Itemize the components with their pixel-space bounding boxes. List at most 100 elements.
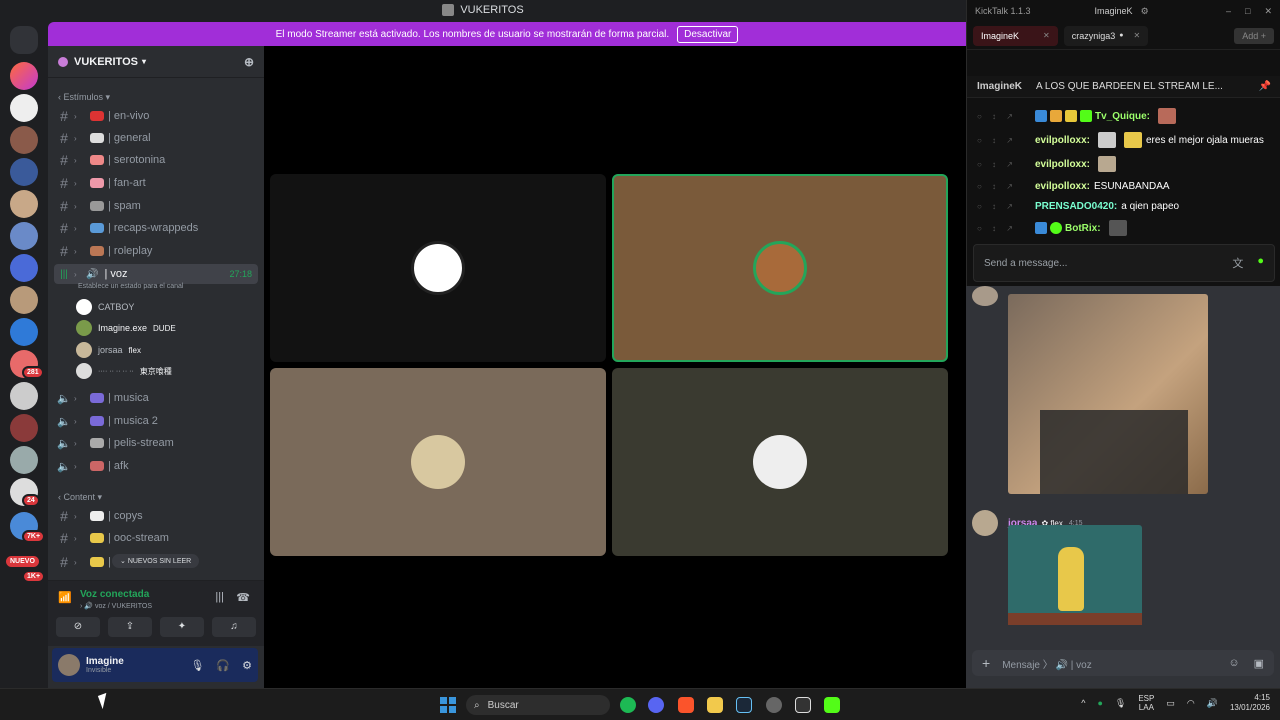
channel-status-hint[interactable]: Establece un estado para el canal [78, 283, 183, 290]
server-icon[interactable] [10, 222, 38, 250]
app-icon[interactable] [795, 697, 811, 713]
maximize-icon[interactable]: □ [1245, 6, 1250, 17]
tray-app-icon[interactable]: ● [1097, 698, 1102, 708]
server-icon[interactable] [10, 414, 38, 442]
emote-picker-icon[interactable]: ● [1257, 255, 1264, 271]
server-icon[interactable] [10, 126, 38, 154]
invite-people-icon[interactable]: ⊕ [244, 55, 254, 69]
voice-user[interactable]: CATBOY [76, 297, 134, 317]
gif-icon[interactable]: ▣ [1254, 657, 1264, 670]
activities-button[interactable]: ✦ [160, 617, 204, 637]
new-servers-pill[interactable]: NUEVO [6, 556, 39, 567]
headphones-icon[interactable]: 🎧 [216, 659, 230, 672]
avatar[interactable] [972, 510, 998, 536]
minimize-icon[interactable]: – [1226, 6, 1231, 17]
discord-home-icon[interactable] [10, 26, 38, 54]
chat-message[interactable]: ○ ↕ ↗ evilpolloxx: ESUNABANDAA [977, 176, 1170, 196]
channel-copys[interactable]: # › | copys [54, 506, 258, 526]
voice-channel-voz[interactable]: ||| › 🔊 | voz 27:18 [54, 264, 258, 284]
emoji-icon[interactable]: ☺ [1228, 657, 1239, 670]
chat-message[interactable]: ○ ↕ ↗ evilpolloxx: eres el mejor ojala mue… [977, 130, 1264, 150]
obs-icon[interactable] [766, 697, 782, 713]
discord-icon[interactable] [648, 697, 664, 713]
message-composer[interactable]: + Mensaje 〉 🔊 | voz ☺ ▣ [972, 650, 1274, 676]
guild-header[interactable]: VUKERITOS ▾ ⊕ [48, 46, 264, 78]
chat-message[interactable]: ○ ↕ ↗ evilpolloxx: [977, 154, 1120, 174]
tab-imaginek[interactable]: ImagineK ✕ [973, 25, 1058, 46]
chat-message[interactable]: ○ ↕ ↗ Tv_Quique: [977, 106, 1180, 126]
server-icon[interactable] [10, 190, 38, 218]
gear-icon[interactable]: ⚙ [1141, 6, 1149, 17]
server-icon[interactable] [10, 318, 38, 346]
voice-user[interactable]: Imagine.exe DUDE [76, 318, 176, 338]
windows-start-icon[interactable] [440, 697, 456, 713]
server-icon[interactable] [10, 158, 38, 186]
channel-fan-art[interactable]: # › | fan-art [54, 173, 258, 193]
wifi-icon[interactable]: ◠ [1187, 698, 1195, 709]
kicktalk-user[interactable]: ImagineK [1095, 6, 1133, 16]
server-icon[interactable] [10, 94, 38, 122]
server-icon[interactable] [10, 382, 38, 410]
channel-en-vivo[interactable]: # › | en-vivo [54, 106, 258, 126]
voice-channel-musica[interactable]: 🔈 › | musica [54, 388, 258, 408]
chat-message[interactable]: ○ ↕ ↗ BotRix: [977, 218, 1131, 238]
voice-user[interactable]: jorsaa flex [76, 340, 141, 360]
server-icon[interactable] [10, 254, 38, 282]
noise-suppression-icon[interactable]: ||| [215, 591, 224, 603]
camera-off-button[interactable]: ⊘ [56, 617, 100, 637]
plus-icon[interactable]: + [982, 655, 990, 671]
steam-icon[interactable] [736, 697, 752, 713]
file-explorer-icon[interactable] [707, 697, 723, 713]
category-estimulos[interactable]: ‹ Estímulos ▾ [58, 92, 110, 103]
microphone-icon[interactable]: 🎙 [1115, 698, 1126, 709]
channel-ooc-stream[interactable]: # › | ooc-stream [54, 528, 258, 548]
close-icon[interactable]: ✕ [1264, 6, 1272, 17]
channel-serotonina[interactable]: # › | serotonina [54, 150, 258, 170]
network-icon[interactable]: ▭ [1166, 698, 1175, 709]
server-icon[interactable] [10, 62, 38, 90]
channel-recaps-wrappeds[interactable]: # › | recaps-wrappeds [54, 218, 258, 238]
disable-streamer-button[interactable]: Desactivar [677, 25, 739, 43]
disconnect-icon[interactable]: ☎ [236, 591, 250, 604]
attached-image[interactable] [1008, 294, 1208, 494]
add-tab-button[interactable]: Add + [1234, 27, 1274, 44]
server-icon[interactable] [10, 446, 38, 474]
attached-gif[interactable] [1008, 525, 1142, 625]
voice-user[interactable]: ···· ·· ·· ·· ·· 東京喰種 [76, 361, 172, 381]
brave-icon[interactable] [678, 697, 694, 713]
screen-share-button[interactable]: ⇪ [108, 617, 152, 637]
gear-icon[interactable]: ⚙ [242, 659, 252, 672]
category-content[interactable]: ‹ Content ▾ [58, 492, 102, 503]
pin-icon[interactable]: 📌 [1259, 81, 1271, 92]
volume-icon[interactable]: 🔊 [1207, 698, 1218, 709]
signal-icon[interactable]: 📶 [58, 591, 72, 604]
participant-tile[interactable] [270, 368, 606, 556]
kicktalk-icon[interactable] [824, 697, 840, 713]
send-message-input[interactable]: Send a message... 文 ● [973, 244, 1275, 282]
chat-message[interactable]: ○ ↕ ↗ PRENSADO0420: a qien papeo [977, 196, 1179, 216]
microphone-icon[interactable]: 🎙 [190, 659, 204, 672]
server-icon[interactable] [10, 286, 38, 314]
avatar[interactable] [58, 654, 80, 676]
chevron-up-icon[interactable]: ^ [1081, 698, 1085, 708]
channel-spam[interactable]: # › | spam [54, 196, 258, 216]
channel-roleplay[interactable]: # › | roleplay [54, 241, 258, 261]
taskbar-search[interactable]: ⌕ Buscar [466, 695, 610, 715]
channel-general[interactable]: # › | general [54, 128, 258, 148]
clock[interactable]: 4:15 13/01/2026 [1230, 693, 1270, 713]
soundboard-button[interactable]: ♫ [212, 617, 256, 637]
voice-channel-pelis-stream[interactable]: 🔈 › | pelis-stream [54, 433, 258, 453]
voice-connected-channel[interactable]: › 🔊 voz / VUKERITOS [80, 602, 152, 610]
voice-channel-afk[interactable]: 🔈 › | afk [54, 456, 258, 476]
spotify-icon[interactable] [620, 697, 636, 713]
voice-channel-musica-2[interactable]: 🔈 › | musica 2 [54, 411, 258, 431]
language-indicator[interactable]: ESP LAA [1138, 694, 1154, 712]
avatar[interactable] [972, 286, 998, 306]
close-icon[interactable]: ✕ [1043, 31, 1050, 40]
tab-crazyniga3[interactable]: crazyniga3 ● ✕ [1063, 25, 1149, 46]
close-icon[interactable]: ✕ [1134, 31, 1141, 40]
participant-tile[interactable] [612, 368, 948, 556]
translate-icon[interactable]: 文 [1232, 255, 1243, 271]
new-unread-pill[interactable]: ⌄ NUEVOS SIN LEER [112, 554, 200, 568]
participant-tile-speaking[interactable] [612, 174, 948, 362]
